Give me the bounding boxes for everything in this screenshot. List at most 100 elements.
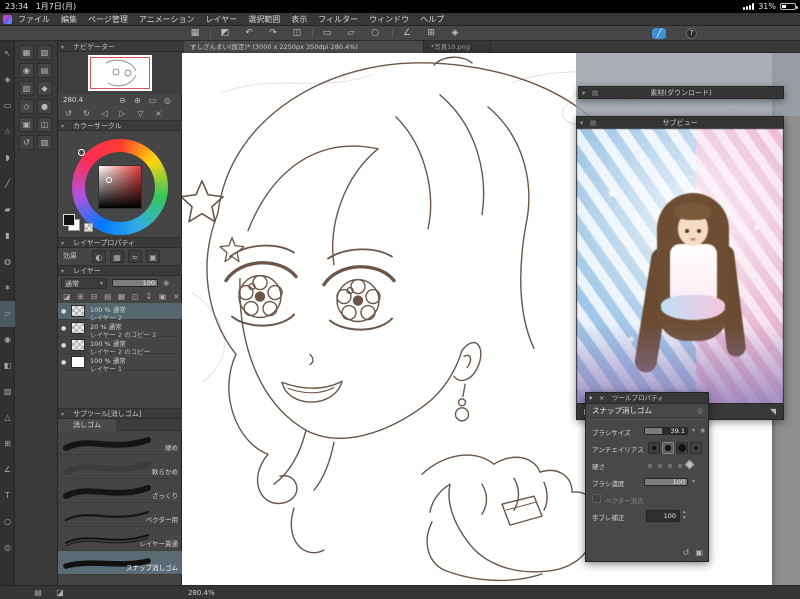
menu-file[interactable]: ファイル: [18, 13, 50, 25]
layer-icon[interactable]: ▣: [19, 117, 34, 132]
figure-tool-icon[interactable]: △: [0, 405, 15, 431]
menu-selection[interactable]: 選択範囲: [248, 13, 280, 25]
grid-snap-icon[interactable]: ⊞: [422, 26, 440, 41]
collapse-icon[interactable]: ▾: [589, 393, 592, 404]
menu-filter[interactable]: フィルター: [318, 13, 358, 25]
subview-reference-image[interactable]: ★ ★ ★ ★: [577, 129, 783, 405]
new-subtool-icon[interactable]: ▤: [30, 586, 46, 599]
saturation-value-square[interactable]: [98, 165, 142, 209]
extract-line-icon[interactable]: ≈: [128, 250, 142, 263]
decoration-tool-icon[interactable]: ∗: [0, 275, 15, 301]
special-ruler-snap-icon[interactable]: ◈: [446, 26, 464, 41]
rotate-left-icon[interactable]: ↺: [62, 107, 75, 120]
navigator-panel-title[interactable]: ▾ ナビゲーター: [58, 41, 182, 52]
layer-thumbnail[interactable]: [71, 305, 85, 317]
hardness-knob[interactable]: [684, 459, 695, 470]
layers-panel-title[interactable]: ▾ レイヤー: [58, 265, 182, 276]
collapse-icon[interactable]: ▾: [61, 121, 64, 130]
new-layer-icon[interactable]: ⊞: [75, 291, 87, 303]
density-slider[interactable]: 100: [644, 478, 688, 486]
subview-panel-title[interactable]: ▾ ▤ サブビュー: [577, 117, 783, 129]
material-panel-title[interactable]: ▾ ▤ 素材(ダウンロード): [579, 87, 783, 99]
ruler-snap-icon[interactable]: ∠: [398, 26, 416, 41]
blend-mode-select[interactable]: 通常 ▾: [61, 278, 107, 289]
subtool-item-hard[interactable]: 硬め: [58, 431, 182, 455]
clear-icon[interactable]: ◫: [288, 26, 306, 41]
menu-layer[interactable]: レイヤー: [206, 13, 238, 25]
subtool-group-tab[interactable]: 消しゴム: [58, 419, 116, 431]
layer-row[interactable]: ● 100 % 通常 レイヤー 1: [58, 354, 182, 373]
subtool-item-soft[interactable]: 軟らかめ: [58, 455, 182, 479]
transparent-color-swatch[interactable]: [84, 223, 93, 232]
material-panel[interactable]: ▾ ▤ 素材(ダウンロード): [578, 86, 784, 99]
actual-size-icon[interactable]: ◎: [161, 94, 174, 107]
subtool-item-snap-eraser[interactable]: スナップ消しゴム: [58, 551, 182, 575]
subtool-panel-title[interactable]: ▾ サブツール[消しゴム]: [58, 408, 182, 419]
menu-view[interactable]: 表示: [291, 13, 307, 25]
pen-tool-icon[interactable]: ╱: [0, 171, 15, 197]
eraser-tool-icon[interactable]: ▱: [0, 301, 15, 327]
menu-animation[interactable]: アニメーション: [139, 13, 195, 25]
menu-edit[interactable]: 編集: [61, 13, 77, 25]
frame-border-tool-icon[interactable]: ⊞: [0, 431, 15, 457]
layer-thumbnail[interactable]: [71, 322, 85, 334]
layer-opacity-slider[interactable]: 100: [112, 279, 158, 287]
chevron-down-icon[interactable]: ▾: [692, 478, 695, 485]
layer-thumbnail[interactable]: [71, 356, 85, 368]
sv-marker[interactable]: [106, 177, 112, 183]
pen-pressure-icon[interactable]: ◉: [163, 279, 169, 287]
aa-none-button[interactable]: [648, 442, 660, 454]
collapse-icon[interactable]: ▾: [61, 266, 64, 275]
panel-menu-icon[interactable]: ▤: [590, 117, 596, 129]
visibility-eye-icon[interactable]: ●: [61, 342, 66, 349]
layer-property-title[interactable]: ▾ レイヤープロパティ: [58, 237, 182, 248]
reset-all-icon[interactable]: ↺: [683, 548, 690, 557]
color-wheel-icon[interactable]: ◉: [19, 63, 34, 78]
palette-menu-icon[interactable]: ▣: [157, 291, 169, 303]
visibility-eye-icon[interactable]: ●: [61, 308, 66, 315]
pencil-tool-icon[interactable]: ▰: [0, 197, 15, 223]
collapse-icon[interactable]: ▾: [61, 409, 64, 418]
tool-property-title[interactable]: ▾ × ツールプロパティ: [586, 393, 708, 404]
main-color-swatch[interactable]: [63, 214, 75, 226]
quick-access-icon[interactable]: ▦: [19, 45, 34, 60]
marquee-select-icon[interactable]: ▭: [0, 93, 15, 119]
operate-tool-icon[interactable]: ↖: [0, 41, 15, 67]
mask-icon[interactable]: ▤: [102, 291, 114, 303]
close-icon[interactable]: ×: [599, 393, 604, 404]
aa-weak-button[interactable]: [662, 442, 674, 454]
rotate-right-icon[interactable]: ↻: [80, 107, 93, 120]
reset-view-icon[interactable]: ×: [152, 107, 165, 120]
gradient-tool-icon[interactable]: ▨: [0, 379, 15, 405]
search-icon[interactable]: ◎: [697, 404, 703, 418]
layer-thumbnail[interactable]: [71, 339, 85, 351]
move-tool-icon[interactable]: ◈: [0, 67, 15, 93]
brush-tool-icon[interactable]: ▮: [0, 223, 15, 249]
new-folder-icon[interactable]: ⊟: [88, 291, 100, 303]
fill-tool-icon[interactable]: ◧: [0, 353, 15, 379]
color-panel-title[interactable]: ▾ カラーサークル: [58, 120, 182, 131]
flip-horizontal-icon[interactable]: ◁: [98, 107, 111, 120]
material-icon[interactable]: ▨: [37, 135, 52, 150]
navigator-preview[interactable]: [58, 52, 182, 94]
menu-page[interactable]: ページ管理: [88, 13, 128, 25]
trash-icon[interactable]: ◪: [52, 586, 68, 599]
subtool-item-layer-through[interactable]: レイヤー貫通: [58, 527, 182, 551]
collapse-icon[interactable]: ▾: [61, 42, 64, 51]
selection-icon[interactable]: ▭: [318, 26, 336, 41]
color-slider-icon[interactable]: ▤: [37, 63, 52, 78]
layer-row[interactable]: ● 100 % 通常 レイヤー 2: [58, 303, 182, 322]
layer-row[interactable]: ● 100 % 通常 レイヤー 2 のコピー: [58, 337, 182, 356]
auto-select-icon[interactable]: ☆: [0, 119, 15, 145]
hue-marker[interactable]: [78, 149, 85, 156]
document-tab[interactable]: *写真10.png: [425, 41, 491, 53]
tone-icon[interactable]: ▦: [110, 250, 124, 263]
menu-window[interactable]: ウィンドウ: [369, 13, 409, 25]
collapse-icon[interactable]: ▾: [580, 117, 583, 129]
border-effect-icon[interactable]: ◐: [92, 250, 106, 263]
color-set-icon[interactable]: ▥: [19, 81, 34, 96]
edit-mode-icon[interactable]: ◩: [216, 26, 234, 41]
flip-horizontal2-icon[interactable]: ▷: [116, 107, 129, 120]
collapse-icon[interactable]: ▾: [61, 238, 64, 247]
layer-row[interactable]: ● 20 % 通常 レイヤー 2 のコピー 2: [58, 320, 182, 339]
